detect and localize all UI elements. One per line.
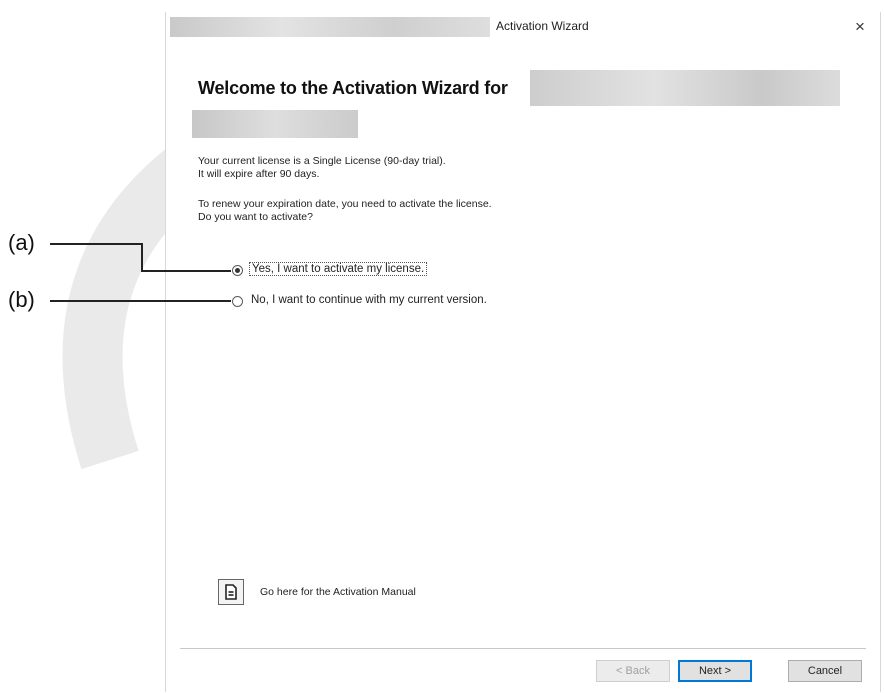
- callout-a-line: [50, 243, 142, 245]
- activation-manual-link[interactable]: Go here for the Activation Manual: [260, 586, 416, 598]
- activation-wizard-dialog: Activation Wizard × Welcome to the Activ…: [165, 12, 881, 692]
- license-info-line1: Your current license is a Single License…: [198, 155, 446, 167]
- next-button[interactable]: Next >: [678, 660, 752, 682]
- redacted-product-name: [530, 70, 840, 106]
- page-title: Welcome to the Activation Wizard for: [198, 78, 508, 98]
- license-info-line2: It will expire after 90 days.: [198, 168, 320, 180]
- window-title: Activation Wizard: [496, 19, 589, 33]
- document-icon[interactable]: [218, 579, 244, 605]
- redacted-product-name-cont: [192, 110, 358, 138]
- redacted-title: [170, 17, 490, 37]
- radio-activate-indicator[interactable]: [232, 265, 243, 276]
- radio-continue-indicator[interactable]: [232, 296, 243, 307]
- callout-b-label: (b): [8, 287, 35, 312]
- callout-b-line: [50, 300, 231, 302]
- title-bar: Activation Wizard ×: [166, 12, 880, 42]
- radio-activate-label[interactable]: Yes, I want to activate my license.: [249, 262, 428, 276]
- callout-a-line-to-radio: [141, 270, 231, 272]
- radio-continue-label[interactable]: No, I want to continue with my current v…: [249, 294, 489, 306]
- renew-info-line1: To renew your expiration date, you need …: [198, 198, 492, 210]
- callout-a-label: (a): [8, 230, 35, 255]
- callout-a-line-vertical: [141, 243, 143, 271]
- cancel-button[interactable]: Cancel: [788, 660, 862, 682]
- close-button[interactable]: ×: [848, 15, 872, 39]
- footer-divider: [180, 648, 866, 649]
- renew-question: Do you want to activate?: [198, 211, 313, 223]
- back-button[interactable]: < Back: [596, 660, 670, 682]
